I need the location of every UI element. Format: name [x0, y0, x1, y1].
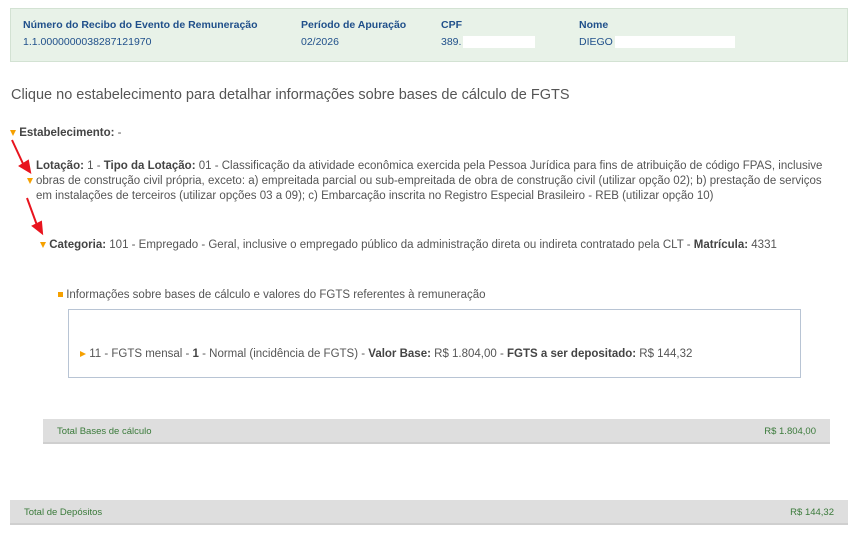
annotation-arrows — [11, 139, 44, 236]
annotation-arrowhead-2 — [31, 220, 44, 236]
